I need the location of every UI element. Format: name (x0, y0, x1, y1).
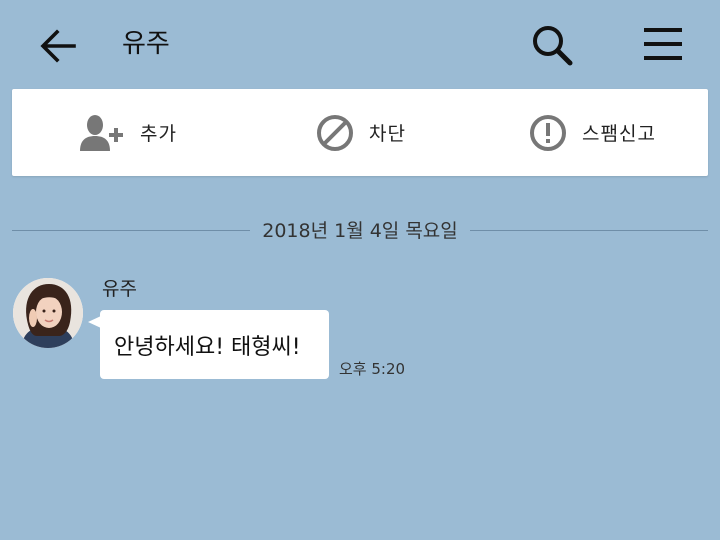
add-friend-label: 추가 (140, 123, 177, 145)
search-button[interactable] (530, 22, 576, 68)
block-button[interactable]: 차단 (315, 89, 406, 176)
action-bar: 추가 차단 스팸신고 (12, 89, 708, 176)
arrow-left-icon (40, 29, 76, 63)
search-icon (533, 26, 573, 66)
date-label: 2018년 1월 4일 목요일 (262, 220, 458, 242)
avatar[interactable] (13, 278, 83, 348)
chat-title: 유주 (122, 29, 170, 59)
date-divider: 2018년 1월 4일 목요일 (12, 216, 708, 246)
add-friend-button[interactable]: 추가 (78, 89, 177, 176)
add-friend-icon (80, 114, 123, 151)
profile-photo (13, 278, 83, 348)
message-time: 오후 5:20 (339, 360, 406, 378)
chat-header: 유주 (0, 0, 720, 88)
back-button[interactable] (36, 24, 80, 68)
divider-line-right (470, 230, 708, 231)
hamburger-menu-icon (644, 28, 682, 60)
sender-name: 유주 (102, 278, 137, 300)
block-icon (317, 114, 353, 151)
report-spam-icon (530, 114, 566, 151)
message-bubble[interactable]: 안녕하세요! 태형씨! (100, 310, 329, 379)
message-text: 안녕하세요! 태형씨! (114, 334, 301, 360)
report-spam-label: 스팸신고 (582, 123, 656, 145)
menu-button[interactable] (642, 24, 686, 64)
divider-line-left (12, 230, 250, 231)
block-label: 차단 (369, 123, 406, 145)
report-spam-button[interactable]: 스팸신고 (528, 89, 656, 176)
